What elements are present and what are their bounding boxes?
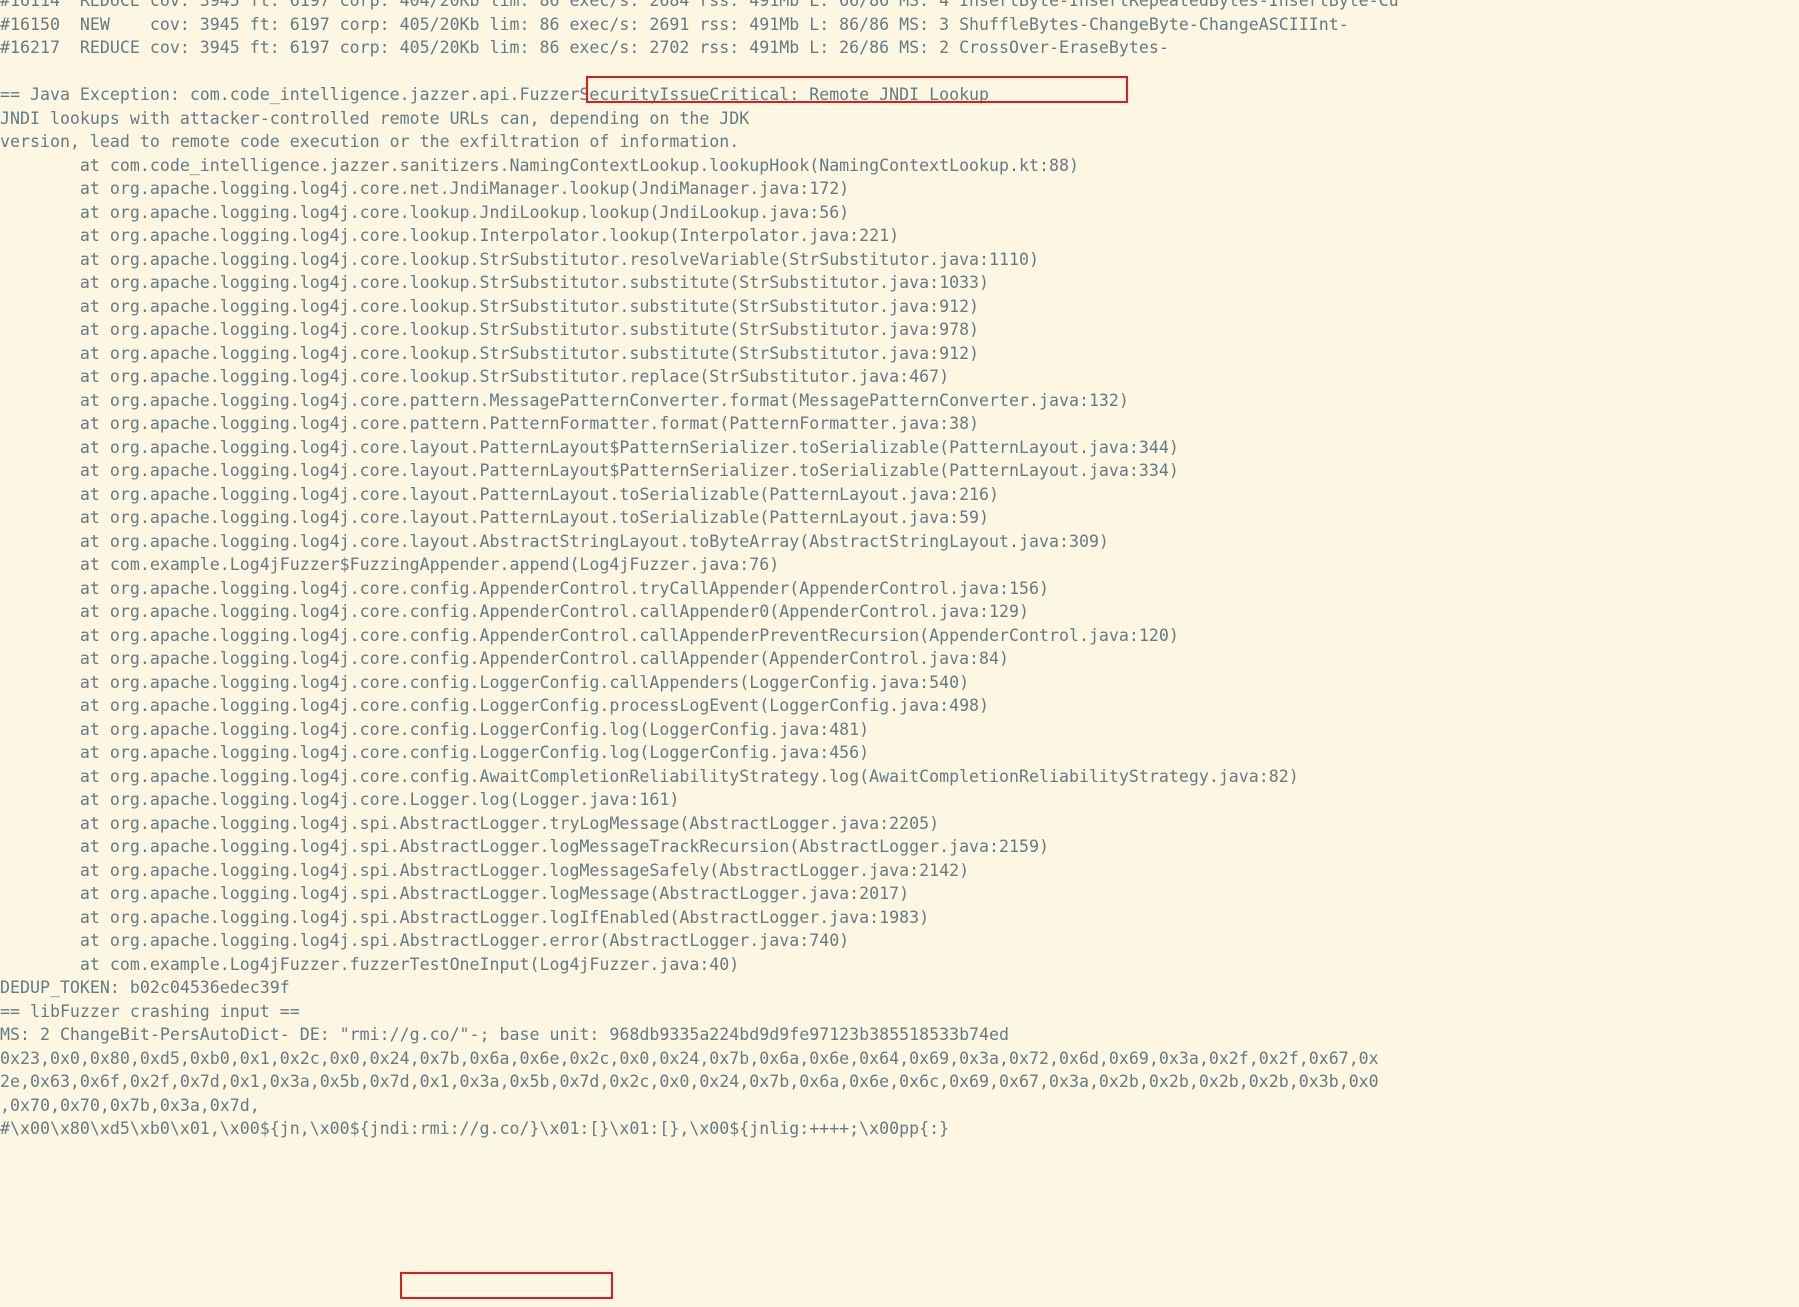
log-line: at org.apache.logging.log4j.core.config.… (0, 625, 1179, 645)
log-line: at org.apache.logging.log4j.core.config.… (0, 578, 1049, 598)
log-line: at org.apache.logging.log4j.spi.Abstract… (0, 837, 1049, 856)
log-line: at org.apache.logging.log4j.core.config.… (0, 719, 870, 739)
log-line: at org.apache.logging.log4j.core.net.Jnd… (0, 179, 850, 198)
log-line: at org.apache.logging.log4j.core.lookup.… (0, 296, 980, 316)
log-line: at org.apache.logging.log4j.core.lookup.… (0, 367, 950, 386)
log-line: == Java Exception: com.code_intelligence… (0, 85, 990, 104)
log-line: at org.apache.logging.log4j.core.lookup.… (0, 320, 980, 339)
terminal-output-pane[interactable]: #16114 REDUCE cov: 3945 ft: 6197 corp: 4… (0, 0, 1799, 1307)
log-line: at com.example.Log4jFuzzer$FuzzingAppend… (0, 555, 780, 574)
log-line: at org.apache.logging.log4j.core.Logger.… (0, 790, 680, 809)
log-line: at org.apache.logging.log4j.core.config.… (0, 766, 1299, 786)
jndi-payload-highlight (400, 1272, 613, 1299)
log-line: at org.apache.logging.log4j.core.layout.… (0, 484, 1000, 504)
log-line: at org.apache.logging.log4j.core.lookup.… (0, 343, 980, 363)
log-line: at org.apache.logging.log4j.core.lookup.… (0, 226, 900, 245)
log-line: at org.apache.logging.log4j.core.layout.… (0, 508, 990, 527)
log-line: at org.apache.logging.log4j.core.config.… (0, 602, 1029, 621)
log-line: at org.apache.logging.log4j.core.lookup.… (0, 273, 990, 292)
log-line: version, lead to remote code execution o… (0, 132, 740, 151)
log-line: #\x00\x80\xd5\xb0\x01,\x00${jn,\x00${jnd… (0, 1119, 950, 1138)
log-line: at org.apache.logging.log4j.core.config.… (0, 649, 1010, 668)
log-line: at org.apache.logging.log4j.core.config.… (0, 696, 990, 715)
log-line: at org.apache.logging.log4j.core.pattern… (0, 414, 980, 433)
log-line: 0x23,0x0,0x80,0xd5,0xb0,0x1,0x2c,0x0,0x2… (0, 1048, 1379, 1068)
log-line: at org.apache.logging.log4j.spi.Abstract… (0, 884, 910, 903)
log-line: at org.apache.logging.log4j.spi.Abstract… (0, 860, 970, 880)
log-line: at org.apache.logging.log4j.core.layout.… (0, 461, 1179, 480)
log-line-list: #16114 REDUCE cov: 3945 ft: 6197 corp: 4… (0, 0, 1799, 1141)
log-line: DEDUP_TOKEN: b02c04536edec39f (0, 978, 290, 997)
log-line: at org.apache.logging.log4j.spi.Abstract… (0, 813, 940, 833)
log-line: == libFuzzer crashing input == (0, 1001, 300, 1021)
log-line: at org.apache.logging.log4j.core.layout.… (0, 437, 1179, 457)
log-line: at com.code_intelligence.jazzer.sanitize… (0, 155, 1079, 175)
log-line: #16217 REDUCE cov: 3945 ft: 6197 corp: 4… (0, 38, 1169, 57)
log-line: 2e,0x63,0x6f,0x2f,0x7d,0x1,0x3a,0x5b,0x7… (0, 1072, 1379, 1091)
log-line: at org.apache.logging.log4j.core.pattern… (0, 390, 1129, 410)
log-line: at org.apache.logging.log4j.core.lookup.… (0, 249, 1039, 269)
log-line: at org.apache.logging.log4j.spi.Abstract… (0, 931, 850, 950)
log-line: ,0x70,0x70,0x7b,0x3a,0x7d, (0, 1095, 260, 1115)
log-line: #16150 NEW cov: 3945 ft: 6197 corp: 405/… (0, 14, 1349, 34)
log-line: at org.apache.logging.log4j.core.lookup.… (0, 202, 850, 222)
log-line: #16114 REDUCE cov: 3945 ft: 6197 corp: 4… (0, 0, 1399, 10)
log-line: at org.apache.logging.log4j.core.layout.… (0, 531, 1109, 551)
log-line: at com.example.Log4jFuzzer.fuzzerTestOne… (0, 954, 740, 974)
log-line: at org.apache.logging.log4j.core.config.… (0, 672, 970, 692)
log-line: at org.apache.logging.log4j.spi.Abstract… (0, 907, 930, 927)
log-line: at org.apache.logging.log4j.core.config.… (0, 743, 870, 762)
log-line: MS: 2 ChangeBit-PersAutoDict- DE: "rmi:/… (0, 1025, 1010, 1044)
log-line: JNDI lookups with attacker-controlled re… (0, 108, 750, 128)
